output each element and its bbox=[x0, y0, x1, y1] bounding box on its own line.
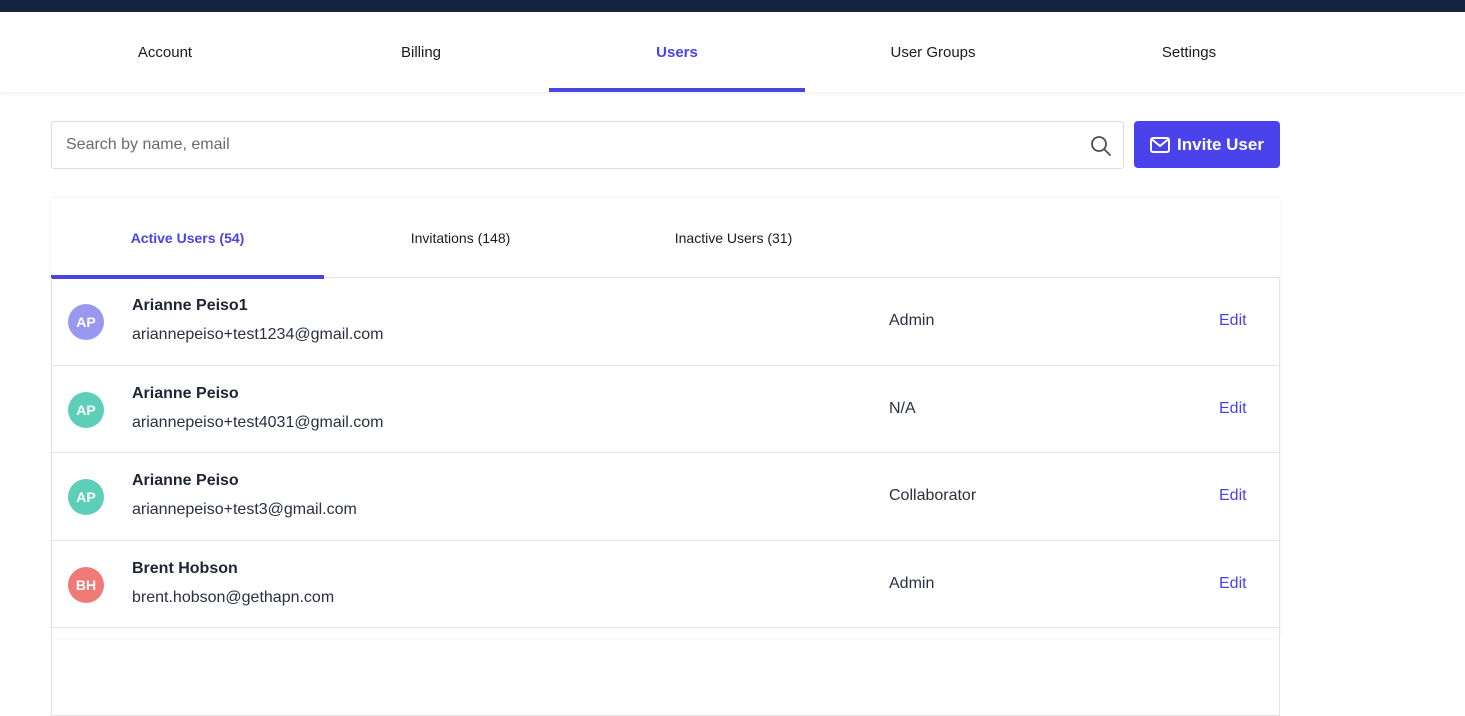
envelope-icon bbox=[1150, 136, 1171, 153]
user-name: Arianne Peiso bbox=[132, 384, 239, 402]
user-row: AP Arianne Peiso ariannepeiso+test3@gmai… bbox=[51, 453, 1280, 541]
edit-user-link[interactable]: Edit bbox=[1219, 312, 1247, 330]
tab-inactive-users[interactable]: Inactive Users (31) bbox=[597, 198, 870, 278]
edit-user-link[interactable]: Edit bbox=[1219, 400, 1247, 418]
avatar: AP bbox=[68, 479, 104, 515]
tab-active-users[interactable]: Active Users (54) bbox=[51, 198, 324, 279]
avatar: AP bbox=[68, 391, 104, 428]
tab-invitations[interactable]: Invitations (148) bbox=[324, 198, 597, 278]
edit-user-link[interactable]: Edit bbox=[1219, 575, 1247, 593]
user-email: ariannepeiso+test4031@gmail.com bbox=[132, 413, 384, 431]
user-row bbox=[51, 628, 1280, 716]
user-name: Arianne Peiso bbox=[132, 472, 239, 489]
avatar: AP bbox=[68, 304, 104, 340]
search-input[interactable] bbox=[66, 122, 1076, 168]
search-icon[interactable] bbox=[1089, 134, 1113, 158]
user-role: Collaborator bbox=[889, 487, 977, 504]
user-row: AP Arianne Peiso1 ariannepeiso+test1234@… bbox=[51, 278, 1280, 366]
users-card: Active Users (54) Invitations (148) Inac… bbox=[51, 198, 1280, 716]
user-list: AP Arianne Peiso1 ariannepeiso+test1234@… bbox=[51, 278, 1280, 716]
user-role: Admin bbox=[889, 312, 935, 329]
user-name: Arianne Peiso1 bbox=[132, 297, 248, 314]
invite-user-label: Invite User bbox=[1177, 134, 1264, 154]
tab-account[interactable]: Account bbox=[37, 12, 293, 92]
user-role: N/A bbox=[889, 399, 916, 417]
top-bar bbox=[0, 0, 1465, 12]
search-box bbox=[51, 121, 1124, 169]
user-email: ariannepeiso+test1234@gmail.com bbox=[132, 326, 384, 343]
user-role: Admin bbox=[889, 574, 935, 592]
edit-user-link[interactable]: Edit bbox=[1219, 487, 1247, 505]
tab-users[interactable]: Users bbox=[549, 12, 805, 92]
user-name: Brent Hobson bbox=[132, 559, 238, 577]
tab-user-groups[interactable]: User Groups bbox=[805, 12, 1061, 92]
user-email: ariannepeiso+test3@gmail.com bbox=[132, 501, 357, 518]
invite-user-button[interactable]: Invite User bbox=[1134, 121, 1280, 168]
user-row: BH Brent Hobson brent.hobson@gethapn.com… bbox=[51, 540, 1280, 628]
user-row: AP Arianne Peiso ariannepeiso+test4031@g… bbox=[51, 365, 1280, 453]
user-email: brent.hobson@gethapn.com bbox=[132, 588, 335, 606]
main-nav: Account Billing Users User Groups Settin… bbox=[0, 12, 1465, 92]
tab-billing[interactable]: Billing bbox=[293, 12, 549, 92]
tab-settings[interactable]: Settings bbox=[1061, 12, 1317, 92]
avatar: BH bbox=[68, 566, 104, 603]
user-status-tabs: Active Users (54) Invitations (148) Inac… bbox=[51, 198, 1280, 279]
